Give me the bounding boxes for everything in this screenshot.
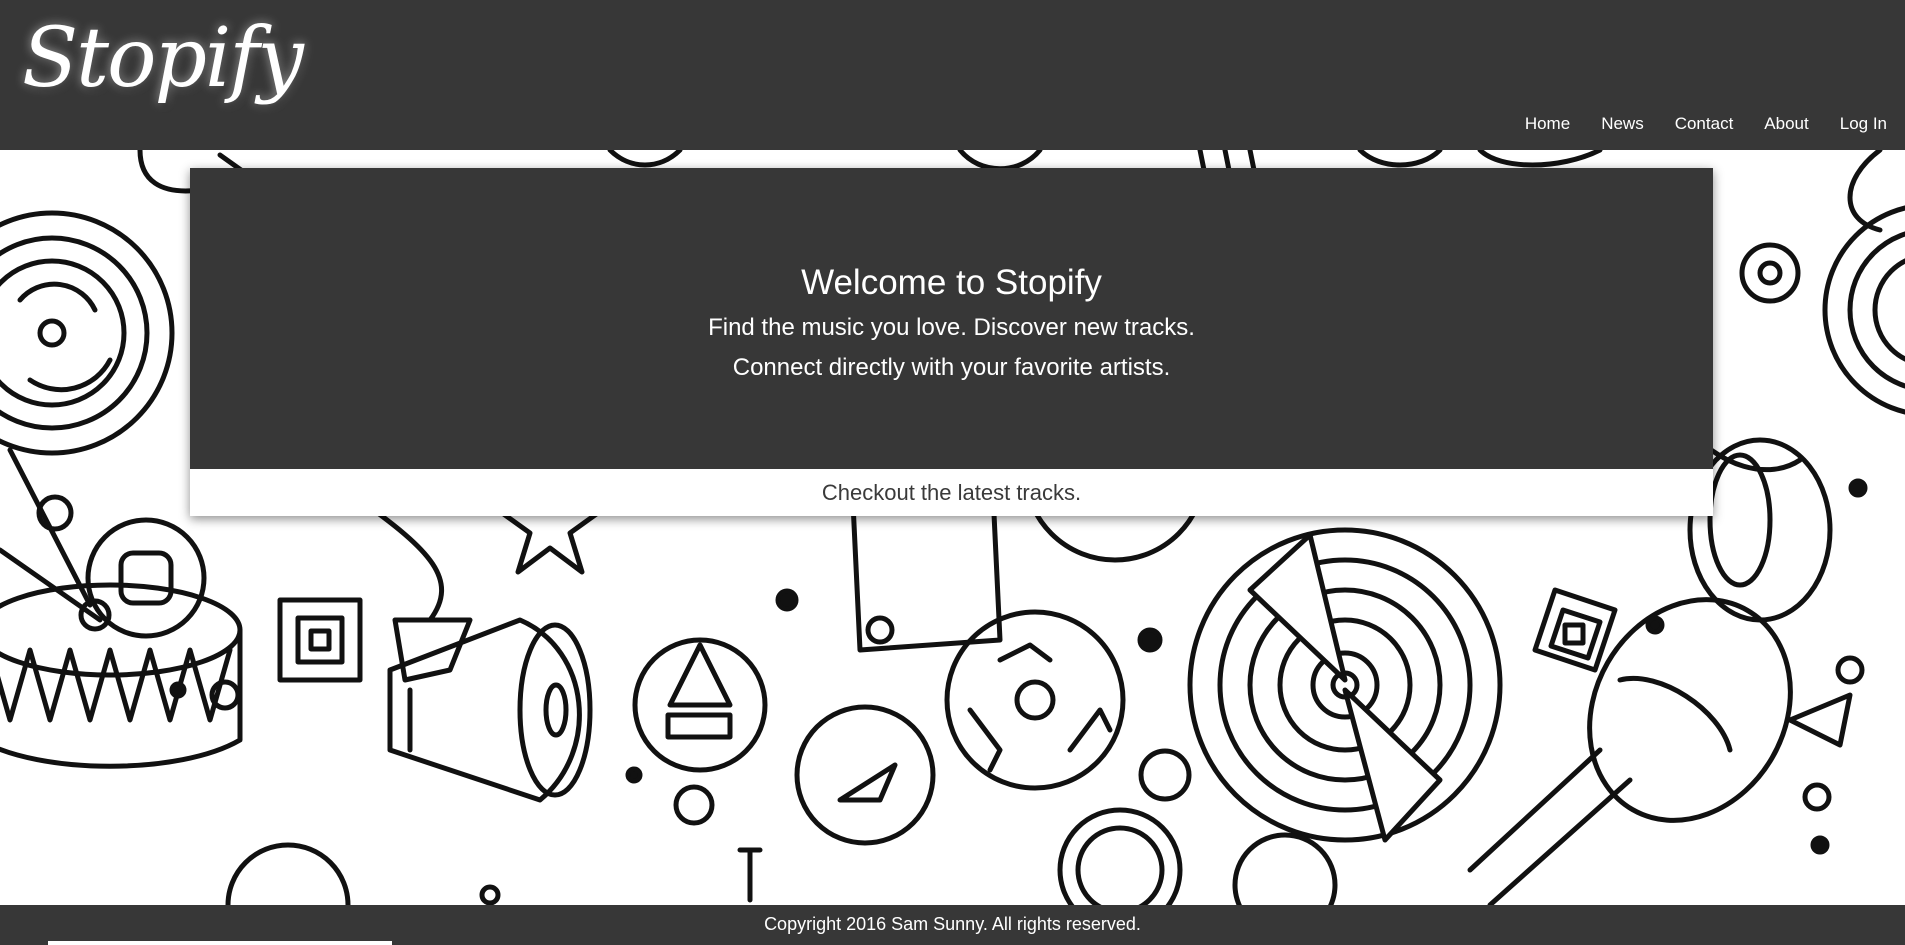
hero-subtitle-line2: Connect directly with your favorite arti…	[732, 354, 1171, 381]
hero-card: Welcome to Stopify Find the music you lo…	[190, 168, 1713, 516]
play-icon	[794, 704, 936, 846]
site-header: Stopify Home News Contact About Log In	[0, 0, 1905, 150]
nav-contact-link[interactable]: Contact	[1675, 114, 1734, 134]
square-pattern-icon	[277, 597, 363, 683]
maracas-icon	[1467, 597, 1793, 905]
reel-icon	[944, 609, 1126, 791]
triangle-icon	[1787, 692, 1853, 748]
copyright-text: Copyright 2016 Sam Sunny. All rights res…	[764, 914, 1141, 934]
right-vinyl-icon	[1822, 205, 1905, 415]
nav-news-link[interactable]: News	[1601, 114, 1644, 134]
page: Stopify Home News Contact About Log In W…	[0, 0, 1905, 945]
button-icon	[85, 517, 207, 639]
hero-subtitle-line1: Find the music you love. Discover new tr…	[708, 314, 1195, 341]
logo[interactable]: Stopify	[22, 18, 304, 100]
vinyl-record-icon	[0, 210, 175, 456]
eject-icon	[632, 637, 768, 773]
megaphone-icon	[387, 617, 593, 803]
nav-login-link[interactable]: Log In	[1840, 114, 1887, 134]
vinyl-disc-icon	[1187, 527, 1503, 843]
nav-home-link[interactable]: Home	[1525, 114, 1570, 134]
hero-title: Welcome to Stopify	[801, 263, 1102, 302]
nav-about-link[interactable]: About	[1764, 114, 1808, 134]
site-footer: Copyright 2016 Sam Sunny. All rights res…	[0, 905, 1905, 945]
diamond-pattern-icon	[1532, 587, 1618, 673]
horizontal-scrollbar[interactable]	[48, 941, 392, 945]
hero-banner: Welcome to Stopify Find the music you lo…	[190, 168, 1713, 469]
latest-tracks-link[interactable]: Checkout the latest tracks.	[190, 469, 1713, 516]
main-nav: Home News Contact About Log In	[1525, 114, 1887, 134]
